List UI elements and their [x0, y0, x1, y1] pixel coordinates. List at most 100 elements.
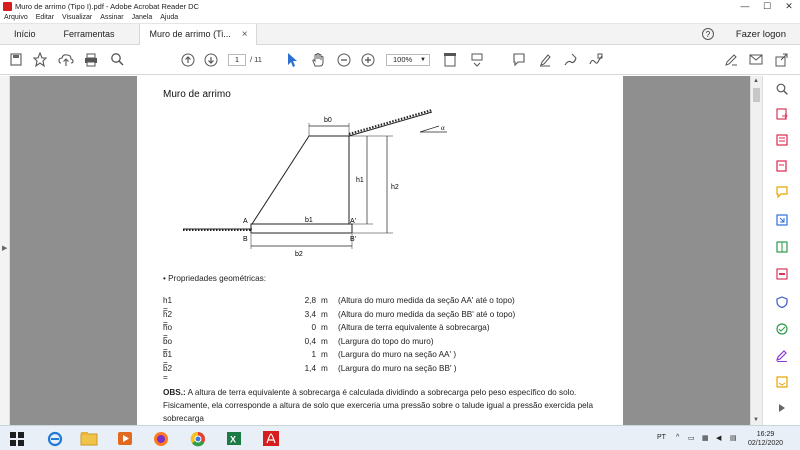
obs-text: A altura de terra equivalente à sobrecar…: [163, 388, 594, 423]
menu-arquivo[interactable]: Arquivo: [4, 14, 28, 21]
acrobat-taskbar-icon[interactable]: [262, 430, 280, 447]
label-h2: h2: [391, 184, 399, 191]
close-tab-icon[interactable]: ×: [242, 29, 248, 40]
create-pdf-icon[interactable]: [776, 134, 788, 146]
search-icon[interactable]: [110, 52, 124, 68]
label-b2: b2: [295, 251, 303, 258]
property-value: 3,4: [304, 309, 316, 319]
system-clock[interactable]: 16:29 02/12/2020: [748, 430, 783, 448]
label-h1: h1: [356, 177, 364, 184]
comment-icon[interactable]: [512, 52, 526, 68]
window-title: Muro de arrimo (Tipo I).pdf - Adobe Acro…: [15, 1, 199, 11]
email-icon[interactable]: [749, 52, 763, 68]
menu-bar: Arquivo Editar Visualizar Assinar Janela…: [0, 12, 800, 24]
action-center-icon[interactable]: ▤: [730, 434, 737, 442]
property-name: b2 =: [163, 363, 173, 382]
highlight-pen-icon[interactable]: [538, 52, 552, 68]
print-icon[interactable]: [84, 52, 98, 68]
battery-icon[interactable]: ▭: [688, 434, 695, 442]
redact-icon[interactable]: [776, 268, 788, 280]
scroll-up-icon[interactable]: ▲: [753, 78, 759, 84]
windows-taskbar: X PT ^ ▭ ▦ ◀ ▤ 16:29 02/12/2020: [0, 425, 800, 450]
chrome-icon[interactable]: [189, 430, 207, 447]
scroll-down-icon[interactable]: ▼: [753, 417, 759, 423]
acrobat-app-icon: [3, 1, 12, 11]
media-player-icon[interactable]: [116, 430, 134, 447]
internet-explorer-icon[interactable]: [46, 430, 64, 447]
alpha-slope-line: [419, 125, 440, 133]
edit-pdf-icon[interactable]: [776, 160, 788, 172]
login-link[interactable]: Fazer logon: [736, 29, 786, 40]
zoom-value: 100%: [393, 55, 413, 64]
document-viewer[interactable]: Muro de arrimo α b0 h1 h2 A A' B B' b1 b…: [10, 76, 750, 425]
protect-shield-icon[interactable]: [776, 296, 788, 308]
previous-page-icon[interactable]: [181, 52, 195, 68]
network-icon[interactable]: ▦: [702, 434, 709, 442]
edit-sign-icon[interactable]: [724, 52, 738, 68]
expand-left-pane-icon[interactable]: ▶: [2, 244, 7, 252]
window-controls: — ☐ ✕: [734, 0, 800, 12]
vertical-scrollbar[interactable]: ▲ ▼: [750, 76, 762, 425]
select-cursor-icon[interactable]: [286, 52, 298, 68]
title-bar: Muro de arrimo (Tipo I).pdf - Adobe Acro…: [0, 0, 800, 12]
property-description: (Largura do muro na seção BB' ): [338, 363, 457, 373]
sign-icon[interactable]: [588, 52, 604, 68]
draw-icon[interactable]: [563, 52, 577, 68]
property-unit: m: [321, 363, 328, 373]
volume-icon[interactable]: ◀: [716, 434, 721, 442]
organize-pages-icon[interactable]: [776, 241, 788, 253]
zoom-out-icon[interactable]: [337, 52, 351, 68]
zoom-in-icon[interactable]: [361, 52, 375, 68]
page-fit-icon[interactable]: [442, 52, 458, 68]
property-unit: m: [321, 323, 328, 333]
menu-editar[interactable]: Editar: [36, 14, 54, 21]
tab-home[interactable]: Início: [0, 24, 50, 45]
right-tools-pane: [762, 76, 800, 425]
optimize-pdf-icon[interactable]: [776, 323, 788, 335]
zoom-select[interactable]: 100% ▼: [386, 54, 430, 66]
property-value: 2,8: [304, 296, 316, 305]
property-unit: m: [321, 336, 328, 346]
close-window-button[interactable]: ✕: [778, 0, 800, 12]
menu-janela[interactable]: Janela: [132, 14, 153, 21]
language-indicator[interactable]: PT: [657, 434, 666, 441]
bookmark-star-icon[interactable]: [33, 52, 47, 68]
scrollbar-thumb[interactable]: [753, 88, 760, 102]
export-pdf-icon[interactable]: [776, 108, 788, 120]
menu-assinar[interactable]: Assinar: [100, 14, 123, 21]
property-description: (Largura do muro na seção AA' ): [338, 350, 457, 360]
svg-text:X: X: [230, 435, 236, 445]
share-link-icon[interactable]: [774, 52, 788, 68]
show-hidden-icons-icon[interactable]: ^: [676, 434, 679, 441]
tab-document-label: Muro de arrimo (Ti...: [149, 29, 231, 39]
fill-sign-icon[interactable]: [776, 350, 788, 362]
help-icon[interactable]: ?: [702, 28, 714, 40]
save-icon[interactable]: [9, 52, 23, 68]
excel-icon[interactable]: X: [225, 430, 243, 447]
minimize-button[interactable]: —: [734, 0, 756, 12]
wall-footing: [250, 223, 353, 234]
tab-tools[interactable]: Ferramentas: [50, 24, 129, 45]
send-for-review-icon[interactable]: [776, 376, 788, 388]
menu-ajuda[interactable]: Ajuda: [160, 14, 178, 21]
property-value: 1: [311, 350, 316, 360]
property-value: 0: [311, 323, 316, 333]
collapse-pane-icon[interactable]: [776, 402, 788, 414]
property-unit: m: [321, 350, 328, 360]
scroll-mode-icon[interactable]: [470, 52, 484, 68]
file-explorer-icon[interactable]: [80, 430, 98, 447]
next-page-icon[interactable]: [204, 52, 218, 68]
maximize-button[interactable]: ☐: [756, 0, 778, 12]
firefox-icon[interactable]: [152, 430, 170, 447]
zoom-search-icon[interactable]: [776, 83, 788, 95]
windows-start-icon[interactable]: [8, 430, 26, 447]
comment-tool-icon[interactable]: [776, 186, 788, 198]
menu-visualizar[interactable]: Visualizar: [62, 14, 92, 21]
left-navigation-pane[interactable]: ▶: [0, 76, 10, 425]
page-number-input[interactable]: 1: [228, 54, 246, 66]
clock-date: 02/12/2020: [748, 440, 784, 447]
combine-files-icon[interactable]: [776, 214, 788, 226]
hand-tool-icon[interactable]: [311, 52, 325, 68]
upload-cloud-icon[interactable]: [58, 52, 74, 68]
tab-document[interactable]: Muro de arrimo (Ti... ×: [138, 23, 257, 45]
